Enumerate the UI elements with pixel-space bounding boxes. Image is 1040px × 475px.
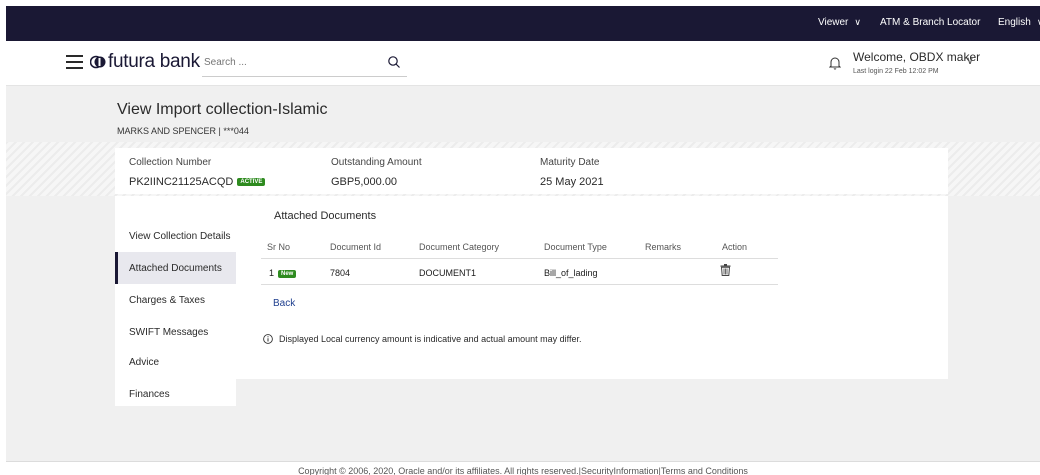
notification-bell-icon[interactable] xyxy=(829,56,841,70)
status-badge: ACTIVE xyxy=(237,178,266,186)
viewer-menu[interactable]: Viewer ∨ xyxy=(818,17,861,28)
atm-branch-locator-link[interactable]: ATM & Branch Locator xyxy=(880,17,980,28)
outstanding-amount-label: Outstanding Amount xyxy=(331,157,422,168)
maturity-date-value: 25 May 2021 xyxy=(540,176,604,188)
header-action: Action xyxy=(722,242,748,252)
header-remarks: Remarks xyxy=(645,242,682,252)
header-document-category: Document Category xyxy=(419,242,500,252)
header-sr-no: Sr No xyxy=(267,242,291,252)
app-header: futura bank Welcome, OBDX maker Last log… xyxy=(6,41,1040,86)
collection-number: PK2IINC21125ACQD xyxy=(129,176,234,188)
summary-band: Collection Number PK2IINC21125ACQD ACTIVE… xyxy=(6,142,1040,196)
language-menu[interactable]: English∨ xyxy=(998,17,1040,28)
outstanding-amount-field: Outstanding Amount GBP5,000.00 xyxy=(331,157,422,188)
footer: Copyright © 2006, 2020, Oracle and/or it… xyxy=(6,461,1040,475)
nav-item-attached-documents[interactable]: Attached Documents xyxy=(115,252,236,284)
info-note-text: Displayed Local currency amount is indic… xyxy=(279,334,582,344)
info-icon xyxy=(263,334,273,344)
page-title: View Import collection-Islamic xyxy=(117,101,328,118)
welcome-text[interactable]: Welcome, OBDX maker xyxy=(853,50,980,64)
nav-item-swift-messages[interactable]: SWIFT Messages xyxy=(115,316,236,348)
page-subtitle: MARKS AND SPENCER | ***044 xyxy=(117,126,249,136)
maturity-date-field: Maturity Date 25 May 2021 xyxy=(540,157,604,188)
language-label: English xyxy=(998,17,1031,28)
outstanding-amount-value: GBP5,000.00 xyxy=(331,176,398,188)
bank-logo-icon xyxy=(90,55,106,69)
section-title: Attached Documents xyxy=(274,210,377,222)
header-document-type: Document Type xyxy=(544,242,607,252)
cell-document-type: Bill_of_lading xyxy=(544,268,598,278)
main-content: View Collection Details Attached Documen… xyxy=(115,196,948,406)
table-row: 1 New 7804 DOCUMENT1 Bill_of_lading xyxy=(261,259,778,285)
chevron-down-icon[interactable]: ∨ xyxy=(966,54,974,67)
nav-item-advice[interactable]: Advice xyxy=(115,346,236,378)
side-nav: View Collection Details Attached Documen… xyxy=(115,196,236,406)
app-frame: Viewer∨ ATM & Branch Locator English∨ fu… xyxy=(6,6,1040,475)
nav-item-finances[interactable]: Finances xyxy=(115,378,236,410)
nav-item-charges-taxes[interactable]: Charges & Taxes xyxy=(115,284,236,316)
search-input[interactable] xyxy=(202,51,372,73)
info-note: Displayed Local currency amount is indic… xyxy=(263,334,582,344)
table-header: Sr No Document Id Document Category Docu… xyxy=(261,233,778,259)
top-utility-bar: Viewer ∨ ATM & Branch Locator English∨ xyxy=(6,6,1040,41)
new-badge: New xyxy=(278,270,297,278)
back-button[interactable]: Back xyxy=(273,298,295,309)
collection-number-field: Collection Number PK2IINC21125ACQD ACTIVE xyxy=(129,157,266,188)
collection-summary: Collection Number PK2IINC21125ACQD ACTIVE… xyxy=(115,148,948,194)
delete-trash-icon[interactable] xyxy=(720,264,731,276)
sr-no-value: 1 xyxy=(269,268,275,278)
collection-number-value: PK2IINC21125ACQD ACTIVE xyxy=(129,176,266,188)
maturity-date-label: Maturity Date xyxy=(540,157,600,168)
header-document-id: Document Id xyxy=(330,242,382,252)
chevron-down-icon: ∨ xyxy=(854,17,861,27)
menu-icon[interactable] xyxy=(66,55,83,69)
nav-item-view-collection-details[interactable]: View Collection Details xyxy=(115,220,236,252)
cell-document-id: 7804 xyxy=(330,268,351,278)
brand-name[interactable]: futura bank xyxy=(108,51,200,73)
last-login-text: Last login 22 Feb 12:02 PM xyxy=(853,68,939,75)
collection-number-label: Collection Number xyxy=(129,157,212,168)
search-icon[interactable] xyxy=(387,55,401,69)
cell-document-category: DOCUMENT1 xyxy=(419,268,477,278)
cell-sr-no: 1 New xyxy=(269,268,297,278)
viewer-label: Viewer xyxy=(818,17,849,28)
search-bar xyxy=(202,51,407,77)
footer-copyright: Copyright © 2006, 2020, Oracle and/or it… xyxy=(298,466,748,475)
title-band: View Import collection-Islamic MARKS AND… xyxy=(6,86,1040,142)
